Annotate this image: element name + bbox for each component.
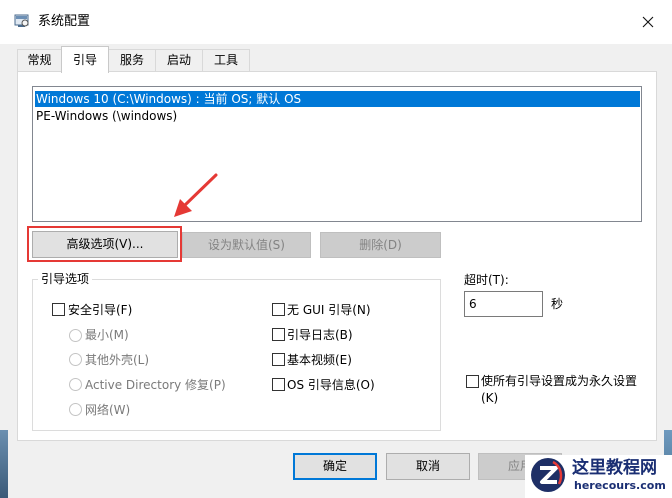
tab-general[interactable]: 常规 bbox=[17, 49, 62, 71]
cancel-button[interactable]: 取消 bbox=[386, 453, 470, 480]
watermark: 这里教程网 herecours.com bbox=[525, 455, 672, 498]
tab-tools[interactable]: 工具 bbox=[202, 49, 250, 71]
desktop-background-left bbox=[0, 430, 8, 498]
red-arrow-annotation bbox=[174, 173, 218, 217]
safe-boot-label: 安全引导(F) bbox=[68, 303, 133, 317]
make-permanent-label-suffix: (K) bbox=[481, 391, 499, 405]
tab-boot[interactable]: 引导 bbox=[61, 46, 109, 73]
os-list-item-pe-windows[interactable]: PE-Windows (\windows) bbox=[35, 108, 640, 124]
advanced-options-button[interactable]: 高级选项(V)... bbox=[32, 231, 178, 258]
active-directory-label: Active Directory 修复(P) bbox=[85, 378, 226, 392]
close-button[interactable] bbox=[624, 0, 672, 44]
timeout-input[interactable]: 6 bbox=[464, 291, 543, 317]
make-permanent-label: 使所有引导设置成为永久设置 bbox=[481, 374, 638, 388]
active-directory-radio[interactable] bbox=[69, 378, 82, 391]
no-gui-boot-checkbox[interactable] bbox=[272, 303, 285, 316]
timeout-label: 超时(T): bbox=[464, 273, 509, 287]
watermark-title: 这里教程网 bbox=[572, 458, 657, 478]
os-list-item-windows10[interactable]: Windows 10 (C:\Windows) : 当前 OS; 默认 OS bbox=[35, 91, 640, 107]
delete-button[interactable]: 删除(D) bbox=[320, 232, 441, 258]
os-boot-info-label: OS 引导信息(O) bbox=[287, 378, 375, 392]
network-label: 网络(W) bbox=[85, 403, 131, 417]
tab-startup[interactable]: 启动 bbox=[155, 49, 203, 71]
minimal-label: 最小(M) bbox=[85, 328, 129, 342]
no-gui-boot-label: 无 GUI 引导(N) bbox=[287, 303, 371, 317]
title-bar[interactable]: 系统配置 bbox=[0, 0, 672, 44]
base-video-checkbox[interactable] bbox=[272, 353, 285, 366]
watermark-url: herecours.com bbox=[574, 479, 666, 492]
tab-services[interactable]: 服务 bbox=[108, 49, 156, 71]
set-default-button[interactable]: 设为默认值(S) bbox=[182, 232, 311, 258]
ok-button[interactable]: 确定 bbox=[293, 453, 377, 480]
base-video-label: 基本视频(E) bbox=[287, 353, 352, 367]
timeout-unit: 秒 bbox=[551, 297, 564, 311]
safe-boot-checkbox[interactable] bbox=[52, 303, 65, 316]
msconfig-app-icon bbox=[14, 13, 30, 29]
close-icon bbox=[642, 16, 654, 28]
boot-options-legend: 引导选项 bbox=[38, 271, 93, 287]
boot-log-checkbox[interactable] bbox=[272, 328, 285, 341]
os-boot-info-checkbox[interactable] bbox=[272, 378, 285, 391]
alternate-shell-radio[interactable] bbox=[69, 353, 82, 366]
watermark-logo bbox=[531, 458, 565, 492]
make-permanent-checkbox[interactable] bbox=[466, 375, 479, 388]
os-list[interactable]: Windows 10 (C:\Windows) : 当前 OS; 默认 OS P… bbox=[32, 86, 642, 222]
network-radio[interactable] bbox=[69, 403, 82, 416]
minimal-radio[interactable] bbox=[69, 329, 82, 342]
alternate-shell-label: 其他外壳(L) bbox=[85, 353, 150, 367]
window-title: 系统配置 bbox=[38, 14, 91, 29]
boot-log-label: 引导日志(B) bbox=[287, 328, 353, 342]
